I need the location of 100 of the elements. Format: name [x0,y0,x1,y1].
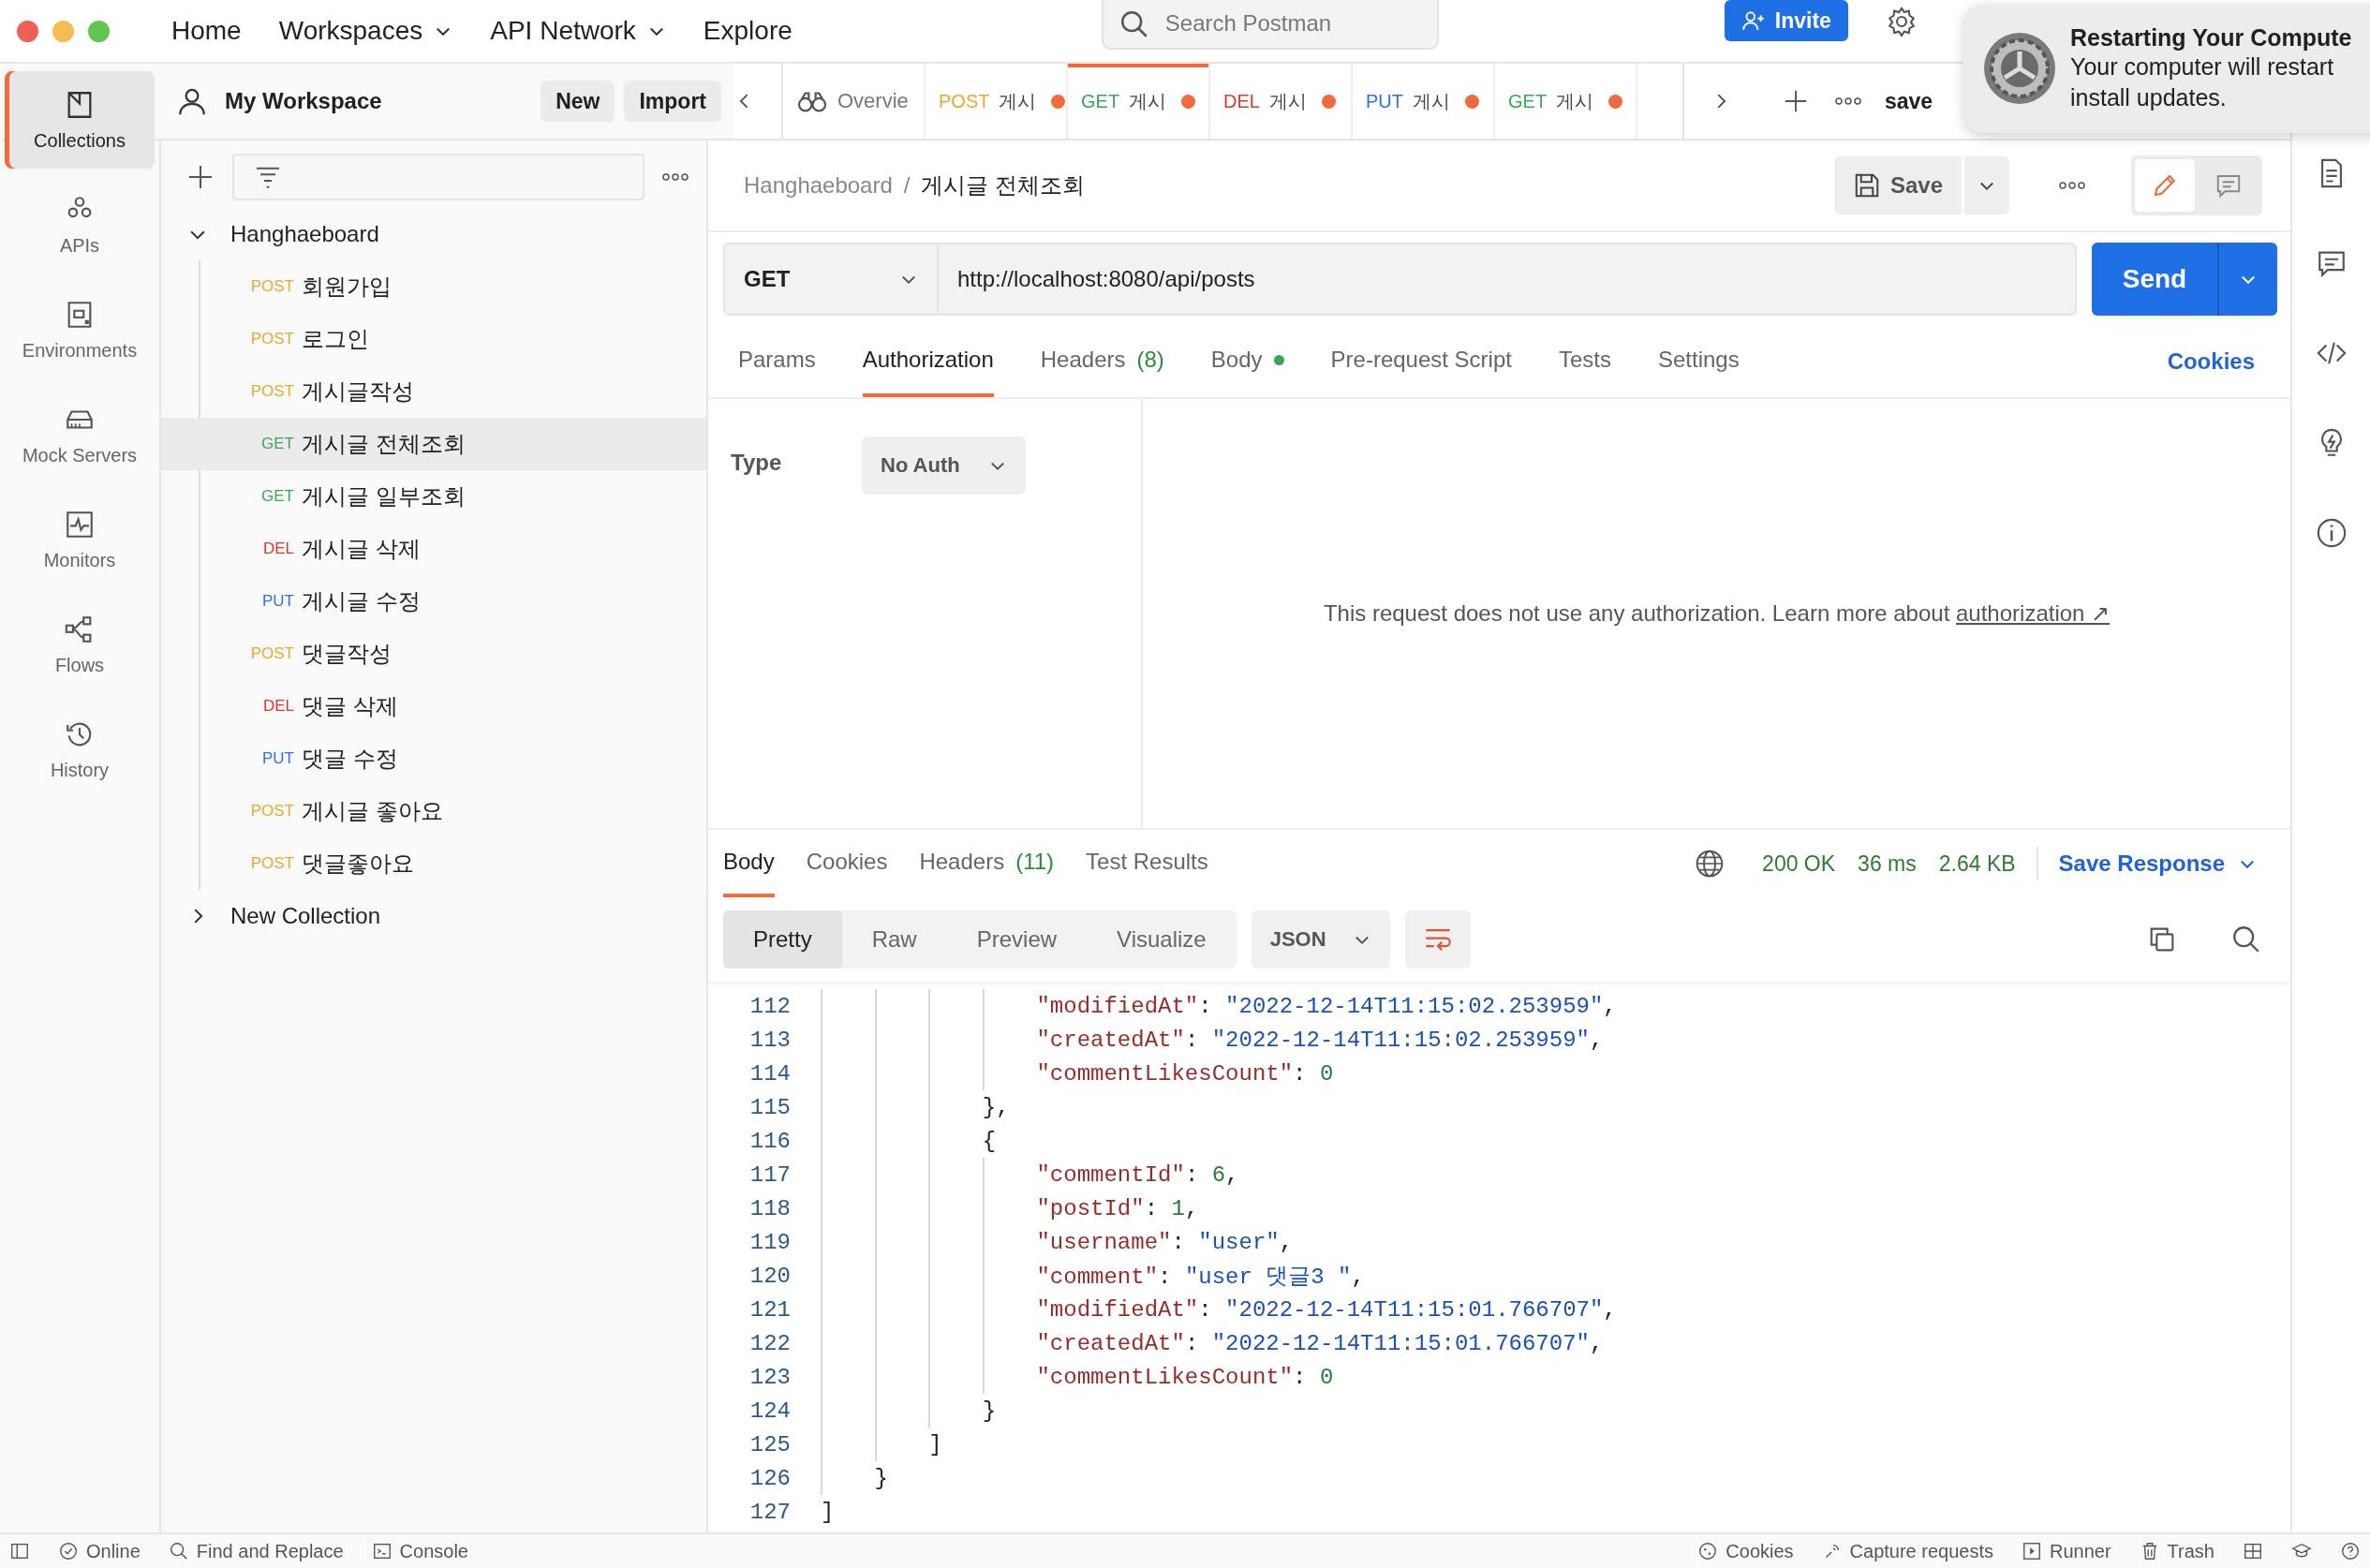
response-time: 36 ms [1858,851,1917,877]
status-bar-item[interactable]: Console [371,1540,468,1562]
status-bar-item[interactable]: Find and Replace [168,1540,344,1562]
code-line: "postId": 1, [1036,1195,1199,1221]
request-item[interactable]: POST 댓글작성 [161,628,706,680]
info-icon[interactable] [2315,517,2348,549]
status-bar-item[interactable]: Runner [2022,1540,2111,1562]
save-button[interactable]: Save [1833,156,1962,214]
auth-type-dropdown[interactable]: No Auth [862,436,1026,495]
invite-button[interactable]: Invite [1724,0,1848,41]
response-tab[interactable]: Test Results [1086,830,1208,897]
filter-field[interactable] [232,154,644,200]
collection-item[interactable]: Hanghaeboard [161,208,706,260]
sidebar-nav-item[interactable]: Mock Servers [5,386,155,483]
nav-menu-item[interactable]: Workspaces [278,16,453,46]
nav-menu-item[interactable]: API Network [490,16,666,46]
gear-icon [1982,31,2057,106]
line-number: 124 [748,1398,792,1424]
request-item[interactable]: PUT 게시글 수정 [161,575,706,628]
view-mode-tab[interactable]: Visualize [1087,910,1237,969]
request-tab[interactable]: DEL 게시 [1210,64,1353,139]
view-mode-tab[interactable]: Pretty [723,910,842,969]
line-number: 126 [748,1465,792,1491]
request-tab[interactable]: Overvie [783,64,926,139]
code-line: ] [821,1499,835,1525]
request-item[interactable]: POST 회원가입 [161,260,706,313]
environment-label[interactable]: save [1885,88,1933,114]
help-icon[interactable] [2340,1541,2361,1561]
request-tab[interactable]: GET 게시 [1068,64,1210,139]
workspace-button[interactable]: Import [624,81,721,122]
url-field[interactable]: http://localhost:8080/api/posts [939,243,2077,316]
request-item[interactable]: PUT 댓글 수정 [161,732,706,785]
request-section-tab[interactable]: Settings [1657,326,1740,397]
layout-icon[interactable] [2243,1541,2263,1561]
method-dropdown[interactable]: GET [723,243,939,316]
request-item[interactable]: POST 로그인 [161,313,706,365]
view-mode-tab[interactable]: Raw [841,910,947,969]
cookies-link[interactable]: Cookies [2167,326,2255,397]
code-line: } [874,1465,888,1491]
more-icon[interactable] [661,171,689,183]
save-response-button[interactable]: Save Response [2058,830,2257,897]
request-item[interactable]: DEL 댓글 삭제 [161,680,706,732]
request-item[interactable]: DEL 게시글 삭제 [161,523,706,575]
request-section-tab[interactable]: Body [1210,326,1284,397]
request-item[interactable]: POST 게시글작성 [161,365,706,418]
auth-message: This request does not use any authorization. Learn more about authorization ↗ [1323,600,2111,627]
request-section-tab[interactable]: Pre-request Script [1330,326,1512,397]
collection-item[interactable]: New Collection [161,890,706,942]
sidebar-nav-item[interactable]: APIs [5,176,155,274]
nav-menu-item[interactable]: Home [171,16,242,46]
globe-icon[interactable] [1695,849,1726,879]
workspace-name: My Workspace [225,88,383,114]
response-tab[interactable]: Headers (11) [919,830,1055,897]
format-dropdown[interactable]: JSON [1251,910,1390,969]
line-number: 123 [748,1364,792,1390]
sidebar-nav-item[interactable]: Monitors [5,491,155,588]
code-line: "createdAt": "2022-12-14T11:15:01.766707", [1036,1330,1604,1356]
notification-text: install updates. [2070,82,2227,112]
workspace-button[interactable]: New [541,81,615,122]
status-bar-item[interactable]: Trash [2139,1540,2214,1562]
request-section-tab[interactable]: Params [738,326,816,397]
request-item[interactable]: GET 게시글 일부조회 [161,470,706,523]
status-bar-item[interactable]: Capture requests [1821,1540,1993,1562]
sidebar-nav-item[interactable]: Environments [5,281,155,378]
request-item[interactable]: GET 게시글 전체조회 [161,418,706,470]
request-section-tab[interactable]: Authorization [862,326,994,397]
line-number: 114 [748,1060,792,1087]
line-number: 122 [748,1330,792,1356]
authorization-link[interactable]: authorization ↗ [1956,600,2111,626]
response-tab[interactable]: Cookies [806,830,888,897]
search-field[interactable]: Search Postman [1101,0,1439,50]
more-icon[interactable] [2058,180,2086,191]
close-window-button[interactable] [17,20,38,42]
view-mode-tab[interactable]: Preview [946,910,1088,969]
request-tab[interactable]: PUT 게시 [1353,64,1495,139]
more-icon[interactable] [1834,96,1862,107]
sidebar-nav-item[interactable]: History [5,701,155,798]
edit-mode-button[interactable] [2135,159,2195,212]
request-section-tab[interactable]: Headers (8) [1040,326,1164,397]
code-line: "commentLikesCount": 0 [1036,1060,1334,1087]
request-item[interactable]: POST 게시글 좋아요 [161,785,706,837]
wrap-lines-button[interactable] [1404,910,1471,969]
status-bar-item[interactable]: Cookies [1697,1540,1794,1562]
request-section-tab[interactable]: Tests [1558,326,1611,397]
sidebar-nav-item[interactable]: Collections [5,71,155,169]
status-bar-item[interactable]: Online [58,1540,141,1562]
send-button[interactable]: Send [2092,243,2217,316]
response-tab[interactable]: Body [723,830,775,897]
binoculars-icon [796,89,828,113]
line-number: 119 [748,1229,792,1255]
status-code: 200 OK [1762,851,1836,877]
line-number: 127 [748,1499,792,1525]
code-line: ] [928,1431,942,1457]
sidebar-nav-item[interactable]: Flows [5,596,155,693]
nav-menu-item[interactable]: Explore [703,16,792,46]
request-tab[interactable]: GET 게시 [1495,64,1637,139]
request-item[interactable]: POST 댓글좋아요 [161,837,706,890]
sidebar-toggle-icon[interactable] [9,1541,30,1561]
breadcrumb-link[interactable]: Hanghaeboard [744,172,893,199]
line-number: 117 [748,1161,792,1188]
